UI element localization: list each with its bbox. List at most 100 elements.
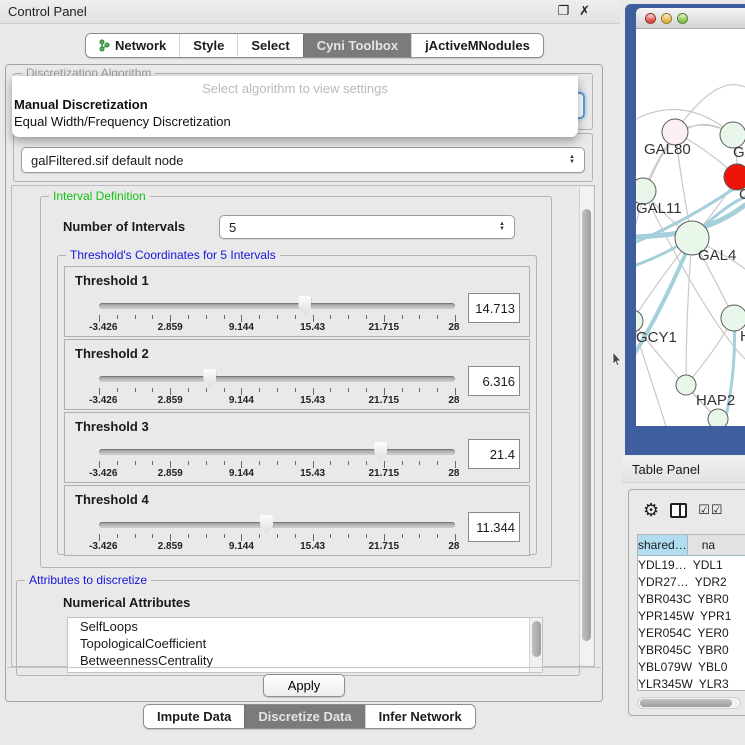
attributes-scrollbar[interactable] bbox=[529, 618, 542, 672]
network-node-label: GAL80 bbox=[644, 141, 691, 158]
algorithm-popup-item[interactable]: Equal Width/Frequency Discretization bbox=[12, 113, 578, 130]
table-row[interactable]: YER054CYER0 bbox=[638, 624, 745, 641]
threshold-slider-track[interactable] bbox=[99, 376, 455, 382]
network-node-label: GAL4 bbox=[698, 247, 736, 264]
settings-vertical-scrollbar[interactable] bbox=[579, 187, 593, 665]
bottom-tab-impute-data[interactable]: Impute Data bbox=[144, 705, 244, 728]
table-row[interactable]: YBR045CYBR0 bbox=[638, 641, 745, 658]
table-column-header[interactable]: na bbox=[688, 535, 745, 556]
checkbox-icons[interactable]: ☑☑ bbox=[698, 502, 723, 518]
close-window-icon[interactable]: ✗ bbox=[579, 3, 590, 19]
mouse-cursor bbox=[612, 352, 622, 371]
table-cell: YPR1 bbox=[694, 607, 745, 624]
table-row[interactable]: YBR043CYBR0 bbox=[638, 590, 745, 607]
table-row[interactable]: YDL19…YDL1 bbox=[638, 556, 745, 573]
tab-jactivemnodules[interactable]: jActiveMNodules bbox=[411, 34, 543, 57]
table-cell: YLR3 bbox=[693, 675, 745, 691]
tab-select[interactable]: Select bbox=[237, 34, 302, 57]
algorithm-dropdown-popup: Select algorithm to view settings Manual… bbox=[12, 76, 578, 137]
tab-network[interactable]: Network bbox=[86, 34, 179, 57]
attribute-list-item[interactable]: TopologicalCoefficient bbox=[68, 635, 542, 652]
threshold-label: Threshold 4 bbox=[75, 492, 149, 507]
control-panel-title: Control Panel bbox=[0, 4, 87, 19]
node-table[interactable]: shared…na YDL19…YDL1YDR27…YDR2YBR043CYBR… bbox=[637, 534, 745, 691]
threshold-slider-thumb[interactable] bbox=[374, 442, 387, 461]
network-node[interactable] bbox=[708, 409, 728, 426]
bottom-tab-label: Discretize Data bbox=[258, 709, 351, 724]
threshold-slider-track[interactable] bbox=[99, 522, 455, 528]
threshold-panel: Threshold 3-3.4262.8599.14415.4321.71528… bbox=[64, 412, 530, 483]
table-cell: YBL079W bbox=[638, 658, 692, 675]
interval-definition-group: Interval Definition Number of Intervals … bbox=[40, 196, 552, 568]
tab-cyni-toolbox[interactable]: Cyni Toolbox bbox=[303, 34, 411, 57]
table-cell: YBR0 bbox=[691, 590, 745, 607]
algorithm-popup-item[interactable]: Manual Discretization bbox=[12, 96, 578, 113]
table-column-header[interactable]: shared… bbox=[638, 535, 688, 556]
network-edge[interactable] bbox=[686, 238, 692, 385]
table-row[interactable]: YLR345WYLR3 bbox=[638, 675, 745, 691]
table-row[interactable]: YBL079WYBL0 bbox=[638, 658, 745, 675]
network-canvas[interactable]: GAL80GACGAL11GAL4GCY1HHAP2 bbox=[636, 29, 745, 426]
network-node[interactable] bbox=[676, 375, 696, 395]
threshold-slider-track[interactable] bbox=[99, 449, 455, 455]
threshold-value-field[interactable]: 6.316 bbox=[468, 366, 520, 396]
threshold-label: Threshold 3 bbox=[75, 419, 149, 434]
table-row[interactable]: YDR27…YDR2 bbox=[638, 573, 745, 590]
combo-stepper-icon: ▲▼ bbox=[493, 222, 505, 232]
table-horizontal-scrollbar[interactable] bbox=[637, 697, 741, 709]
close-traffic-light[interactable] bbox=[645, 13, 656, 24]
threshold-slider-thumb[interactable] bbox=[298, 296, 311, 315]
float-window-icon[interactable]: ❐ bbox=[557, 3, 569, 19]
table-cell: YLR345W bbox=[638, 675, 693, 691]
bottom-tab-bar: Impute Data Discretize Data Infer Network bbox=[143, 704, 476, 729]
table-panel-titlebar: Table Panel bbox=[622, 456, 745, 483]
threshold-value-field[interactable]: 14.713 bbox=[468, 293, 520, 323]
bottom-tab-infer-network[interactable]: Infer Network bbox=[365, 705, 475, 728]
settings-scroll-pane: Interval Definition Number of Intervals … bbox=[11, 185, 595, 667]
table-panel-toolbar: ⚙ ☑☑ bbox=[629, 496, 745, 524]
threshold-slider-thumb[interactable] bbox=[260, 515, 273, 534]
threshold-panel: Threshold 4 -3.4262.8599.14415.4321.71528… bbox=[64, 485, 530, 556]
network-view-window: GAL80GACGAL11GAL4GCY1HHAP2 bbox=[625, 4, 745, 455]
tab-label: Style bbox=[193, 38, 224, 53]
bottom-tab-label: Impute Data bbox=[157, 709, 231, 724]
zoom-traffic-light[interactable] bbox=[677, 13, 688, 24]
network-edge-highlighted[interactable] bbox=[724, 318, 735, 426]
network-window-titlebar bbox=[636, 8, 745, 29]
numerical-attributes-list[interactable]: SelfLoopsTopologicalCoefficientBetweenne… bbox=[67, 617, 543, 673]
attribute-list-item[interactable]: SelfLoops bbox=[68, 618, 542, 635]
bottom-tab-discretize-data[interactable]: Discretize Data bbox=[244, 705, 364, 728]
threshold-slider-track[interactable] bbox=[99, 303, 455, 309]
table-data-combo[interactable]: galFiltered.sif default node ▲▼ bbox=[21, 147, 585, 173]
slider-tick-labels: -3.4262.8599.14415.4321.71528 bbox=[99, 541, 455, 553]
table-data-value: galFiltered.sif default node bbox=[31, 153, 183, 168]
network-node-label: GA bbox=[733, 144, 745, 161]
table-cell: YDL19… bbox=[638, 556, 687, 573]
tab-label: Network bbox=[115, 38, 166, 53]
num-intervals-combo[interactable]: 5 ▲▼ bbox=[219, 215, 515, 239]
threshold-panel: Threshold 2-3.4262.8599.14415.4321.71528… bbox=[64, 339, 530, 410]
tab-style[interactable]: Style bbox=[179, 34, 237, 57]
slider-tick-labels: -3.4262.8599.14415.4321.71528 bbox=[99, 322, 455, 334]
attributes-title: Attributes to discretize bbox=[25, 573, 151, 587]
threshold-value-field[interactable]: 21.4 bbox=[468, 439, 520, 469]
gear-icon[interactable]: ⚙ bbox=[643, 501, 659, 519]
table-cell: YER054C bbox=[638, 624, 691, 641]
network-node-label: H bbox=[740, 328, 745, 345]
thresholds-title: Threshold's Coordinates for 5 Intervals bbox=[66, 248, 280, 262]
table-cell: YER0 bbox=[691, 624, 745, 641]
table-cell: YDR2 bbox=[689, 573, 745, 590]
threshold-panel: Threshold 1-3.4262.8599.14415.4321.71528… bbox=[64, 266, 530, 337]
tab-label: Cyni Toolbox bbox=[317, 38, 398, 53]
network-node-label: HAP2 bbox=[696, 392, 735, 409]
threshold-list: Threshold 1-3.4262.8599.14415.4321.71528… bbox=[64, 266, 530, 558]
apply-button[interactable]: Apply bbox=[263, 674, 346, 697]
slider-tick-labels: -3.4262.8599.14415.4321.71528 bbox=[99, 395, 455, 407]
table-row[interactable]: YPR145WYPR1 bbox=[638, 607, 745, 624]
minimize-traffic-light[interactable] bbox=[661, 13, 672, 24]
network-node-label: C bbox=[739, 186, 745, 203]
split-columns-icon[interactable] bbox=[670, 503, 687, 518]
threshold-slider-thumb[interactable] bbox=[203, 369, 216, 388]
table-data-group: Table Data galFiltered.sif default node … bbox=[13, 133, 593, 182]
threshold-value-field[interactable]: 11.344 bbox=[468, 512, 520, 542]
